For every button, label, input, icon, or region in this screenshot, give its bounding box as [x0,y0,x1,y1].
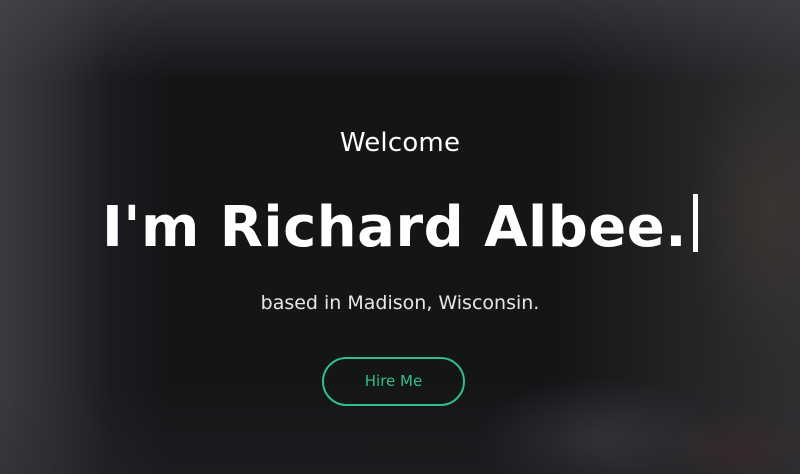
hero-subtitle: based in Madison, Wisconsin. [260,292,540,314]
hero-section: Welcome I'm Richard Albee. based in Madi… [0,0,800,474]
typing-cursor [693,194,699,252]
headline-text: I'm Richard Albee. [101,195,688,260]
welcome-text: Welcome [339,128,461,158]
hero-headline: I'm Richard Albee. [0,190,800,266]
hero-content: Welcome I'm Richard Albee. based in Madi… [0,0,800,474]
hire-me-button[interactable]: Hire Me [322,357,465,406]
